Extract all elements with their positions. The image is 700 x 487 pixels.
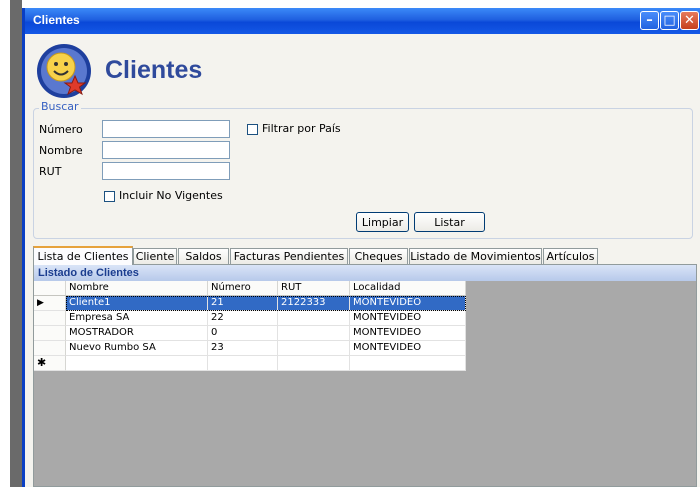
- cell-localidad[interactable]: MONTEVIDEO: [350, 296, 466, 311]
- title-bar[interactable]: Clientes – □ ✕: [25, 8, 700, 34]
- tab-articulos[interactable]: Artículos: [543, 248, 598, 264]
- cell-numero[interactable]: 23: [208, 341, 278, 356]
- search-group-label: Buscar: [39, 100, 81, 113]
- incluir-no-vigentes-label[interactable]: Incluir No Vigentes: [119, 189, 223, 202]
- close-icon: ✕: [684, 13, 695, 28]
- column-header-localidad[interactable]: Localidad: [350, 281, 466, 296]
- rut-input[interactable]: [102, 162, 230, 180]
- cell-rut[interactable]: 2122333: [278, 296, 350, 311]
- list-caption: Listado de Clientes: [34, 265, 696, 281]
- tab-lista-de-clientes[interactable]: Lista de Clientes: [33, 246, 133, 265]
- cell-numero[interactable]: 22: [208, 311, 278, 326]
- cell-numero[interactable]: 21: [208, 296, 278, 311]
- clients-logo-icon: [37, 44, 91, 98]
- cell-nombre[interactable]: Cliente1: [66, 296, 208, 311]
- desktop-left-edge: [0, 0, 22, 487]
- cell-nombre[interactable]: [66, 356, 208, 371]
- nombre-label: Nombre: [39, 144, 83, 157]
- clientes-window: Clientes – □ ✕ Clientes Buscar Número No…: [22, 8, 700, 487]
- window-title: Clientes: [33, 13, 80, 27]
- new-row-asterisk-icon: ✱: [34, 356, 66, 371]
- cell-localidad[interactable]: MONTEVIDEO: [350, 326, 466, 341]
- listar-button[interactable]: Listar: [414, 212, 485, 232]
- cell-numero[interactable]: 0: [208, 326, 278, 341]
- column-header-rut[interactable]: RUT: [278, 281, 350, 296]
- cell-localidad[interactable]: [350, 356, 466, 371]
- tab-cliente[interactable]: Cliente: [133, 248, 177, 264]
- cell-rut[interactable]: [278, 326, 350, 341]
- filtrar-pais-checkbox[interactable]: [247, 124, 258, 135]
- maximize-button[interactable]: □: [660, 11, 679, 30]
- numero-label: Número: [39, 123, 83, 136]
- tab-listado-de-movimientos[interactable]: Listado de Movimientos: [409, 248, 542, 264]
- clients-grid[interactable]: Nombre Número RUT Localidad ▶ Cliente1 2…: [34, 281, 466, 371]
- rut-label: RUT: [39, 165, 62, 178]
- tab-saldos[interactable]: Saldos: [178, 248, 229, 264]
- grid-header-row: Nombre Número RUT Localidad: [34, 281, 466, 296]
- cell-rut[interactable]: [278, 341, 350, 356]
- cell-rut[interactable]: [278, 311, 350, 326]
- filtrar-pais-label[interactable]: Filtrar por País: [262, 122, 341, 135]
- cell-rut[interactable]: [278, 356, 350, 371]
- row-header: [34, 311, 66, 326]
- table-row[interactable]: Nuevo Rumbo SA 23 MONTEVIDEO: [34, 341, 466, 356]
- current-row-indicator-icon: ▶: [34, 296, 66, 311]
- cell-nombre[interactable]: MOSTRADOR: [66, 326, 208, 341]
- nombre-input[interactable]: [102, 141, 230, 159]
- background-strip: [10, 0, 22, 487]
- table-row[interactable]: MOSTRADOR 0 MONTEVIDEO: [34, 326, 466, 341]
- cell-localidad[interactable]: MONTEVIDEO: [350, 311, 466, 326]
- tab-facturas-pendientes[interactable]: Facturas Pendientes: [230, 248, 348, 264]
- minimize-icon: –: [646, 13, 653, 28]
- table-row[interactable]: ▶ Cliente1 21 2122333 MONTEVIDEO: [34, 296, 466, 311]
- minimize-button[interactable]: –: [640, 11, 659, 30]
- column-header-numero[interactable]: Número: [208, 281, 278, 296]
- incluir-no-vigentes-checkbox[interactable]: [104, 191, 115, 202]
- maximize-icon: □: [663, 13, 676, 28]
- clients-list-panel: Listado de Clientes Nombre Número RUT Lo…: [33, 264, 697, 487]
- row-header: [34, 326, 66, 341]
- cell-localidad[interactable]: MONTEVIDEO: [350, 341, 466, 356]
- numero-input[interactable]: [102, 120, 230, 138]
- column-header-nombre[interactable]: Nombre: [66, 281, 208, 296]
- limpiar-button[interactable]: Limpiar: [356, 212, 409, 232]
- tab-cheques[interactable]: Cheques: [349, 248, 408, 264]
- close-button[interactable]: ✕: [680, 11, 699, 30]
- row-header: [34, 341, 66, 356]
- table-row[interactable]: Empresa SA 22 MONTEVIDEO: [34, 311, 466, 326]
- row-header-corner: [34, 281, 66, 296]
- new-row[interactable]: ✱: [34, 356, 466, 371]
- cell-nombre[interactable]: Nuevo Rumbo SA: [66, 341, 208, 356]
- page-title: Clientes: [105, 56, 203, 84]
- cell-numero[interactable]: [208, 356, 278, 371]
- cell-nombre[interactable]: Empresa SA: [66, 311, 208, 326]
